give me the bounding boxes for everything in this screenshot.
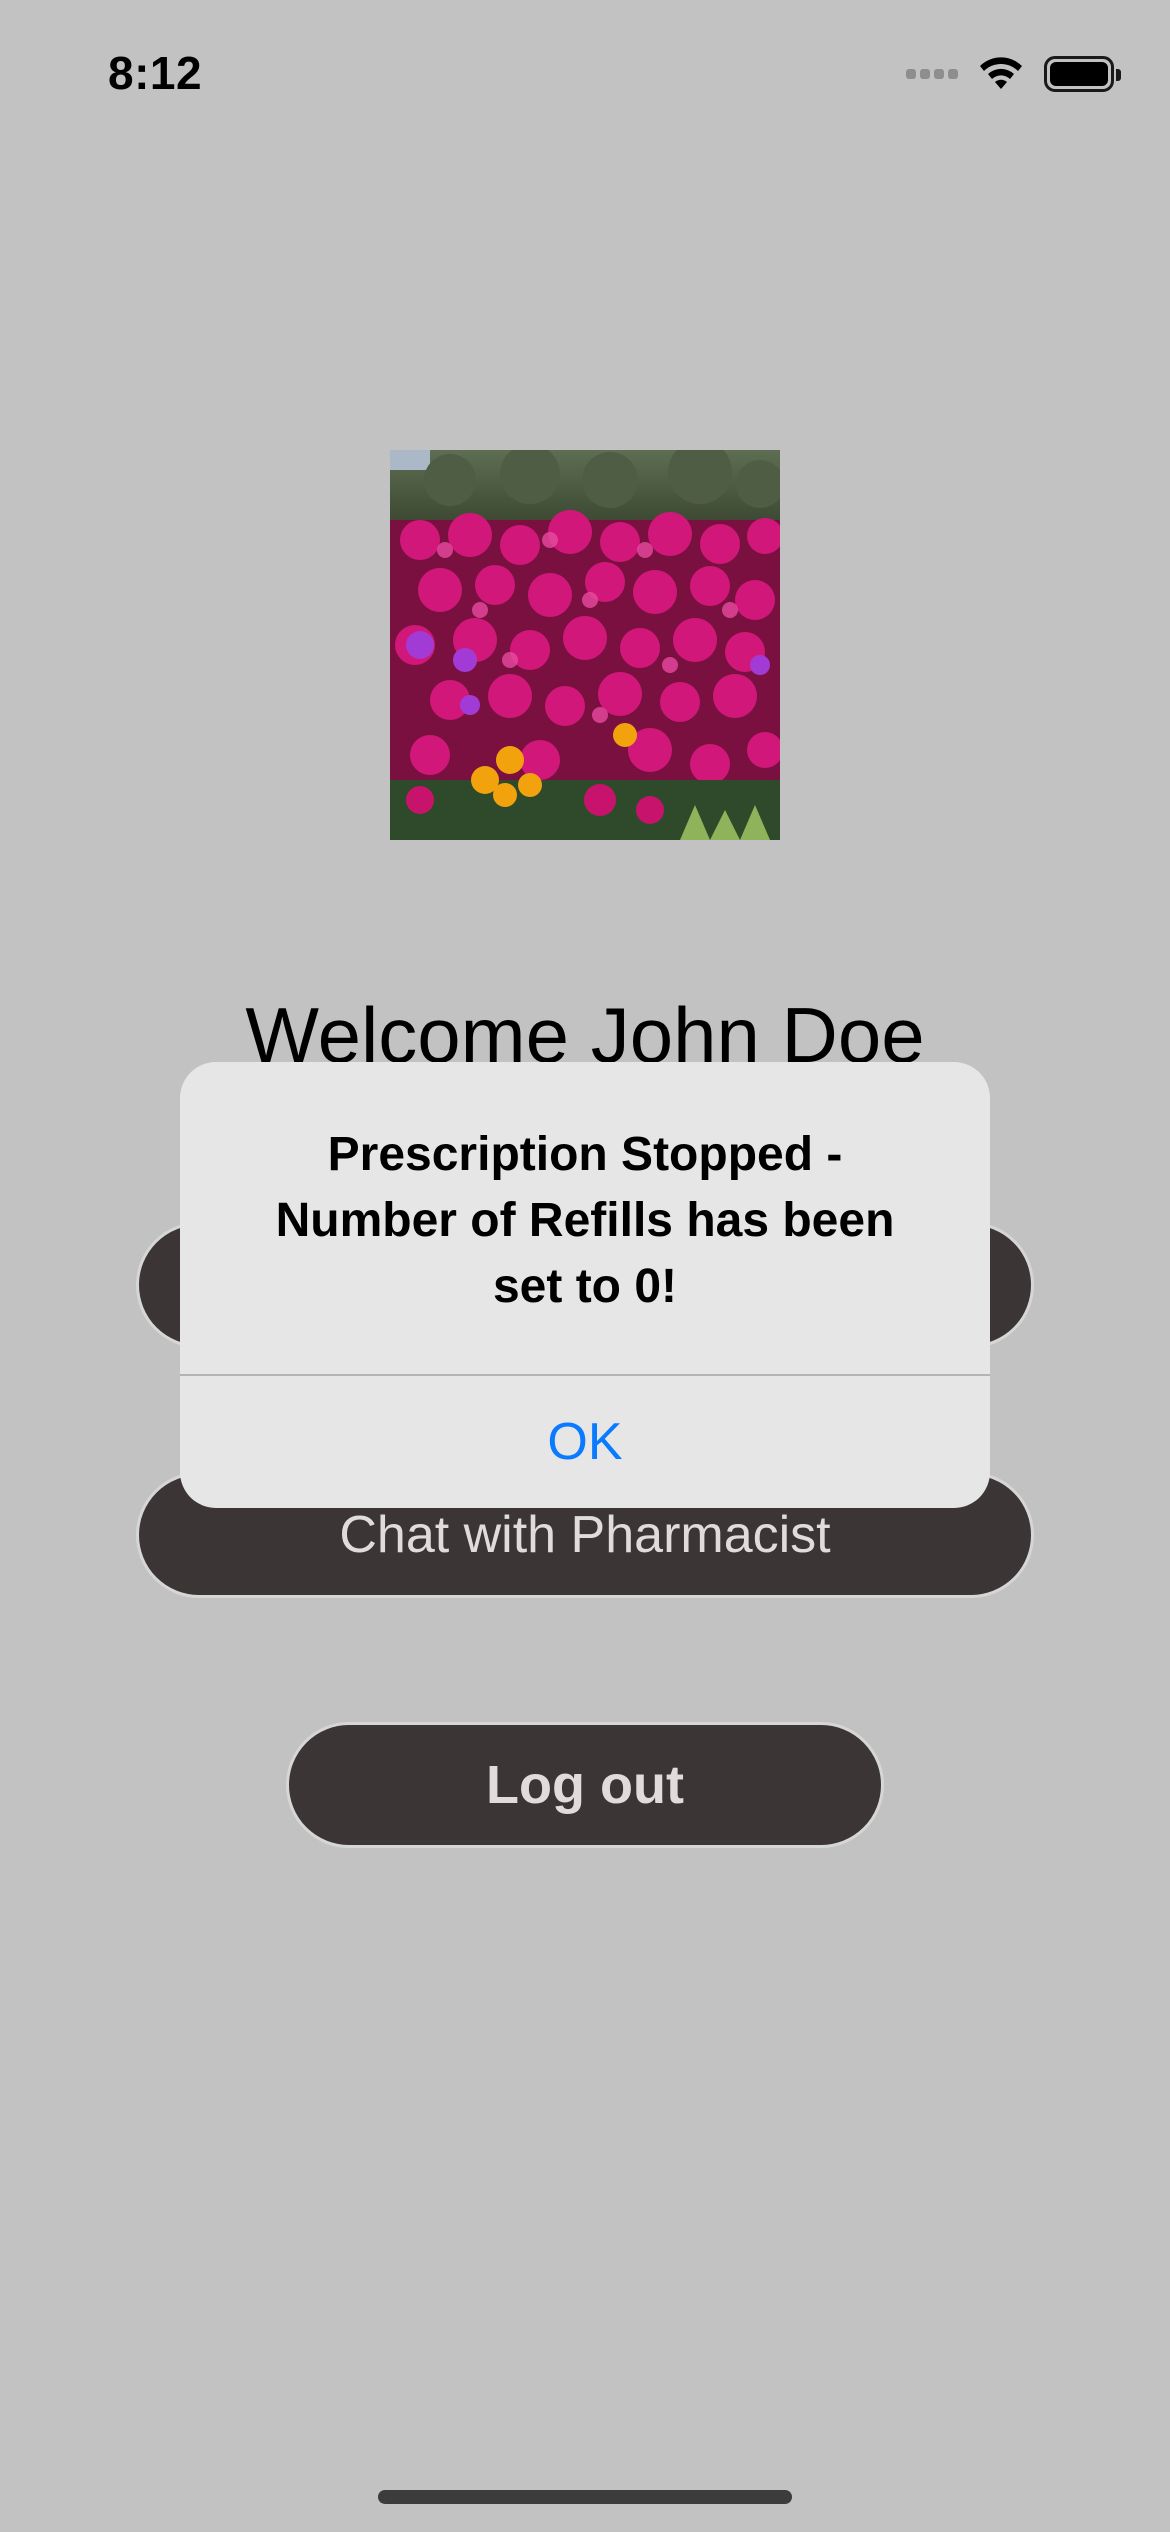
chat-button-label: Chat with Pharmacist — [339, 1506, 831, 1564]
alert-ok-button[interactable]: OK — [180, 1376, 990, 1508]
alert-title: Prescription Stopped - Number of Refills… — [275, 1128, 895, 1313]
flower-photo — [390, 450, 780, 840]
cellular-signal-icon — [906, 69, 958, 79]
alert-dialog: Prescription Stopped - Number of Refills… — [180, 1062, 990, 1508]
home-indicator[interactable] — [378, 2490, 792, 2504]
logout-button-label: Log out — [486, 1755, 684, 1815]
battery-icon — [1044, 56, 1121, 92]
status-time: 8:12 — [108, 47, 203, 99]
status-icons — [906, 52, 1121, 96]
wifi-icon — [980, 57, 1022, 89]
logout-button[interactable]: Log out — [286, 1722, 884, 1848]
